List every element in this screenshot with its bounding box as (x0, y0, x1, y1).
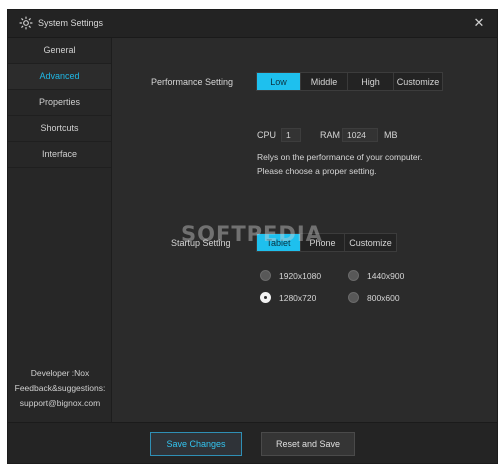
performance-description-line2: Please choose a proper setting. (257, 166, 377, 176)
resolution-label: 800x600 (367, 292, 400, 303)
resolution-1280x720-option[interactable]: 1280x720 (260, 292, 316, 303)
ram-unit-label: MB (384, 130, 398, 140)
performance-low-button[interactable]: Low (257, 73, 301, 90)
window-title: System Settings (38, 18, 104, 28)
cpu-label: CPU (257, 130, 277, 140)
performance-description-line1: Relys on the performance of your compute… (257, 152, 423, 162)
ram-label: RAM (320, 130, 340, 140)
title-bar: System Settings ✕ (8, 10, 497, 38)
close-icon: ✕ (473, 15, 485, 30)
reset-and-save-button[interactable]: Reset and Save (261, 432, 355, 456)
save-changes-button[interactable]: Save Changes (150, 432, 242, 456)
support-email: support@bignox.com (19, 398, 101, 408)
radio-button[interactable] (348, 270, 359, 281)
gear-icon (19, 16, 33, 30)
resolution-label: 1920x1080 (279, 270, 322, 281)
sidebar-item-interface[interactable]: Interface (8, 142, 111, 168)
startup-tablet-button[interactable]: Tablet (257, 234, 301, 251)
performance-selector: Low Middle High Customize (256, 72, 443, 91)
sidebar-item-general[interactable]: General (8, 38, 111, 64)
startup-phone-button[interactable]: Phone (301, 234, 345, 251)
radio-button[interactable] (348, 292, 359, 303)
performance-customize-button[interactable]: Customize (394, 73, 442, 90)
performance-setting-label: Performance Setting (151, 77, 234, 87)
startup-setting-label: Startup Setting (171, 238, 231, 248)
performance-high-button[interactable]: High (348, 73, 394, 90)
sidebar: General Advanced Properties Shortcuts In… (8, 38, 112, 422)
sidebar-item-advanced[interactable]: Advanced (8, 64, 111, 90)
sidebar-item-properties[interactable]: Properties (8, 90, 111, 116)
resolution-1920x1080-option[interactable]: 1920x1080 (260, 270, 321, 281)
settings-window: System Settings ✕ General Advanced Prope… (7, 9, 498, 464)
ram-input[interactable]: 1024 (342, 128, 378, 142)
performance-description: Relys on the performance of your compute… (257, 150, 422, 178)
resolution-1440x900-option[interactable]: 1440x900 (348, 270, 404, 281)
developer-info: Developer :Nox Feedback&suggestions: sup… (8, 366, 112, 411)
radio-button-selected[interactable] (260, 292, 271, 303)
cpu-input[interactable]: 1 (281, 128, 301, 142)
resolution-label: 1280x720 (279, 292, 317, 303)
resolution-800x600-option[interactable]: 800x600 (348, 292, 400, 303)
developer-label: Developer :Nox (30, 368, 90, 378)
feedback-label: Feedback&suggestions: (14, 383, 106, 393)
main-panel: Performance Setting Low Middle High Cust… (112, 38, 497, 422)
startup-customize-button[interactable]: Customize (345, 234, 396, 251)
resolution-label: 1440x900 (367, 270, 405, 281)
footer-bar: Save Changes Reset and Save (8, 422, 497, 463)
startup-selector: Tablet Phone Customize (256, 233, 397, 252)
sidebar-item-shortcuts[interactable]: Shortcuts (8, 116, 111, 142)
radio-button[interactable] (260, 270, 271, 281)
close-button[interactable]: ✕ (471, 15, 487, 31)
performance-middle-button[interactable]: Middle (301, 73, 348, 90)
